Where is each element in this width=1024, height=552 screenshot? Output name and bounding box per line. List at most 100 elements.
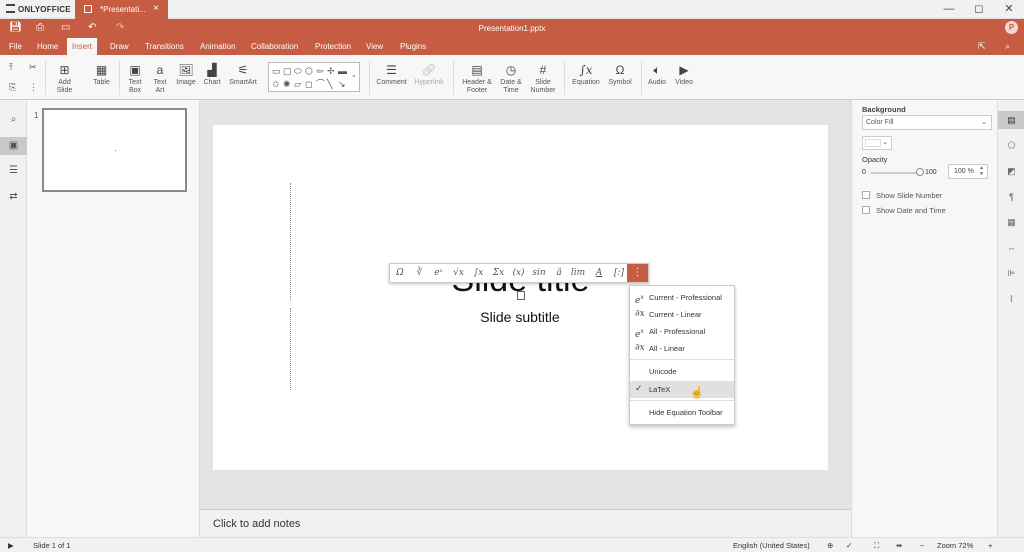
menu-item-hide-equation-toolbar[interactable]: Hide Equation Toolbar [630, 404, 734, 421]
shape-callout-icon[interactable]: ◻ [305, 79, 312, 89]
eq-fraction-button[interactable]: ∛ [411, 264, 428, 282]
shapes-gallery[interactable]: ▭ ▢ ⬭ ⬡ ⇦ ✢ ▬ ✩ ✺ ▱ ◻ ⌒ ╲ ↘ ⌄ [268, 62, 360, 92]
shape-settings-icon[interactable]: ⬠ [998, 136, 1024, 154]
shapes-expand-icon[interactable]: ⌄ [351, 71, 357, 81]
tab-transitions[interactable]: Transitions [140, 38, 189, 55]
document-tab[interactable]: *Presentati... × [75, 0, 168, 19]
tab-home[interactable]: Home [32, 38, 63, 55]
fit-to-slide-icon[interactable]: ⛶ [874, 541, 879, 551]
smartart-button[interactable]: ⚟ SmartArt [227, 63, 259, 87]
signature-settings-icon[interactable]: ⌇ [998, 290, 1024, 308]
hyperlink-button[interactable]: 🔗︎ Hyperlink [411, 63, 447, 87]
eq-operator-button[interactable]: A [591, 264, 607, 282]
slides-icon[interactable]: ▣ [0, 137, 27, 155]
shape-arrow-line-icon[interactable]: ↘ [338, 79, 346, 89]
shape-star-icon[interactable]: ✩ [272, 79, 280, 89]
menu-item-current-linear[interactable]: ∂x Current - Linear [630, 306, 734, 323]
shape-minus-icon[interactable]: ▬ [338, 66, 347, 76]
comments-icon[interactable]: ☰ [0, 162, 27, 180]
show-date-time-checkbox[interactable] [862, 206, 870, 214]
shape-cross-icon[interactable]: ✢ [327, 66, 335, 76]
globe-icon[interactable]: ⊕ [827, 541, 833, 550]
slide-settings-icon[interactable]: ▤ [998, 111, 1024, 129]
image-settings-icon[interactable]: ◩ [998, 162, 1024, 180]
audio-button[interactable]: 🔈︎ Audio [645, 63, 669, 87]
maximize-window-button[interactable]: ◻ [964, 0, 994, 18]
opacity-input[interactable]: 100 % ▲ ▼ [948, 164, 988, 179]
table-button[interactable]: ▦ Table [89, 63, 114, 87]
shape-bracket-icon[interactable]: ⌒ [316, 79, 325, 89]
date-time-button[interactable]: ◷ Date & Time [498, 63, 524, 95]
tab-collaboration[interactable]: Collaboration [246, 38, 303, 55]
text-art-button[interactable]: a Text Art [149, 63, 171, 95]
tab-protection[interactable]: Protection [310, 38, 356, 55]
shape-rectangle-icon[interactable]: ▭ [272, 66, 281, 76]
eq-integral-button[interactable]: ∫x [470, 264, 487, 282]
close-window-button[interactable]: ✕ [994, 0, 1024, 18]
table-settings-icon[interactable]: ▦ [998, 213, 1024, 231]
spinner-icon[interactable]: ▲ ▼ [979, 165, 984, 177]
menu-item-unicode[interactable]: Unicode [630, 363, 734, 380]
menu-item-all-professional[interactable]: ex All - Professional [630, 323, 734, 340]
eq-limit-button[interactable]: lim [569, 264, 587, 282]
shape-snip-icon[interactable]: ▱ [294, 79, 301, 89]
opacity-slider-thumb[interactable] [916, 168, 924, 176]
slide[interactable]: Slide title Slide subtitle [213, 125, 828, 470]
eq-radical-button[interactable]: √x [450, 264, 467, 282]
show-slide-number-checkbox[interactable] [862, 191, 870, 199]
cut-icon[interactable]: ✂ [29, 62, 37, 73]
close-tab-icon[interactable]: × [153, 3, 159, 14]
slide-subtitle[interactable]: Slide subtitle [420, 309, 620, 325]
comment-button[interactable]: ☰ Comment [374, 63, 409, 87]
eq-symbols-button[interactable]: Ω [392, 264, 408, 282]
chart-button[interactable]: ▟ Chart [201, 63, 223, 87]
tab-animation[interactable]: Animation [195, 38, 241, 55]
minimize-window-button[interactable]: — [934, 0, 964, 18]
chat-icon[interactable]: ⇄ [0, 188, 27, 206]
fit-to-width-icon[interactable]: ⇹ [896, 541, 902, 550]
eq-function-button[interactable]: sin [530, 264, 548, 282]
eq-script-button[interactable]: eˣ [430, 264, 447, 282]
slide-number-button[interactable]: # Slide Number [528, 63, 558, 95]
tab-plugins[interactable]: Plugins [395, 38, 431, 55]
search-icon[interactable]: ⌕ [0, 111, 27, 129]
spellcheck-icon[interactable]: ✓ [846, 541, 852, 550]
header-footer-button[interactable]: ▤ Header & Footer [460, 63, 494, 95]
search-icon[interactable]: ⌕ [1005, 41, 1010, 52]
zoom-in-icon[interactable]: + [988, 541, 992, 550]
shape-rounded-icon[interactable]: ▢ [283, 66, 292, 76]
copy-icon[interactable]: ⤒ [9, 62, 13, 73]
notes-area[interactable]: Click to add notes [200, 509, 851, 537]
chart-settings-icon[interactable]: ╌ [998, 240, 1024, 258]
paste-icon[interactable]: ⎘ [9, 82, 16, 93]
shape-arrow-left-icon[interactable]: ⇦ [316, 66, 324, 76]
equation-placeholder[interactable] [517, 291, 525, 300]
eq-large-operator-button[interactable]: Σx [490, 264, 507, 282]
menu-item-current-professional[interactable]: ex Current - Professional [630, 289, 734, 306]
shape-burst-icon[interactable]: ✺ [283, 79, 291, 89]
user-avatar[interactable]: P [1005, 21, 1018, 34]
fill-color-picker[interactable]: ⌄ [862, 136, 892, 150]
eq-more-button[interactable]: ⋮ [627, 264, 648, 282]
slide-thumbnail[interactable] [42, 108, 187, 192]
document-language[interactable]: English (United States) [733, 541, 810, 550]
menu-item-latex[interactable]: ✓ LaTeX [630, 381, 734, 398]
paragraph-settings-icon[interactable]: ¶ [998, 188, 1024, 206]
shape-hexagon-icon[interactable]: ⬡ [305, 66, 313, 76]
eq-accent-button[interactable]: ä [552, 264, 566, 282]
menu-item-all-linear[interactable]: ∂x All - Linear [630, 340, 734, 357]
text-art-settings-icon[interactable]: ⊫ [998, 264, 1024, 282]
eq-matrix-button[interactable]: [:] [611, 264, 627, 282]
open-location-icon[interactable]: ⇱ [978, 41, 986, 52]
symbol-button[interactable]: Ω Symbol [605, 63, 635, 87]
tab-insert[interactable]: Insert [67, 38, 98, 55]
tab-file[interactable]: File [4, 38, 27, 55]
background-fill-select[interactable]: Color Fill ⌄ [862, 115, 992, 130]
shape-line-icon[interactable]: ╲ [327, 79, 332, 89]
text-box-button[interactable]: ▣ Text Box [124, 63, 146, 95]
opacity-slider-track[interactable] [871, 172, 921, 174]
eq-bracket-button[interactable]: (x) [510, 264, 527, 282]
equation-button[interactable]: ∫x Equation [569, 63, 603, 87]
shape-ellipse-icon[interactable]: ⬭ [294, 66, 302, 76]
video-button[interactable]: ▶ Video [672, 63, 696, 87]
